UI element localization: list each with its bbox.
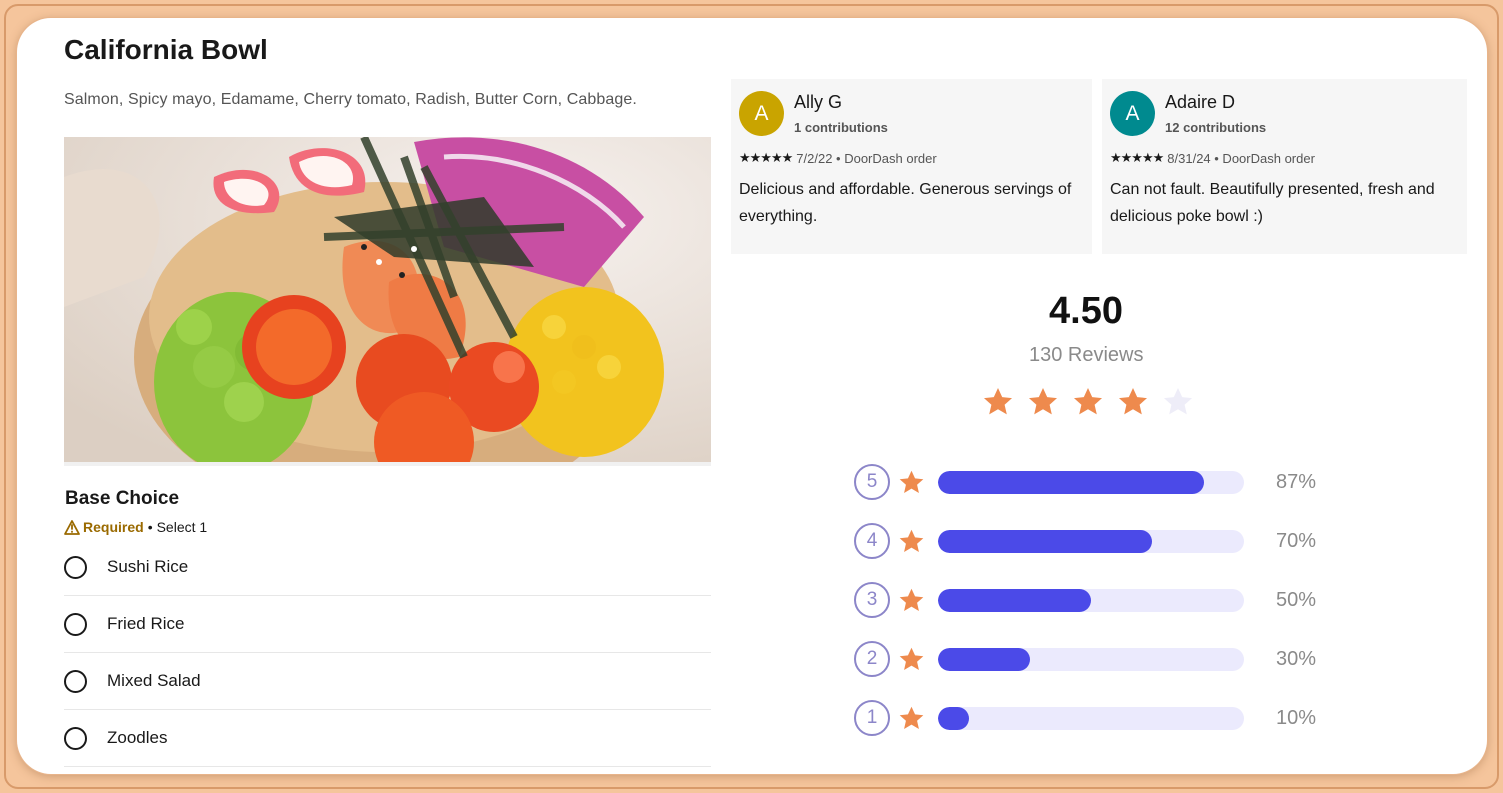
- radio-button[interactable]: [64, 555, 87, 579]
- star-icon: [899, 706, 924, 729]
- rating-level: 5: [854, 464, 890, 500]
- rating-row-2: 2 30%: [854, 641, 1334, 700]
- rating-percent: 70%: [1276, 530, 1317, 552]
- rating-bar-fill: [938, 471, 1205, 494]
- radio-button[interactable]: [64, 669, 87, 693]
- base-choice-title: Base Choice: [65, 488, 180, 509]
- option-label: Zoodles: [107, 728, 168, 747]
- required-label: Required: [83, 519, 144, 535]
- rating-percent: 50%: [1276, 589, 1317, 611]
- avatar: A: [1110, 91, 1155, 136]
- item-card: California Bowl Salmon, Spicy mayo, Edam…: [17, 18, 1487, 774]
- star-icon: [899, 647, 924, 670]
- rating-level: 3: [854, 582, 890, 618]
- average-rating: 4.50: [1049, 290, 1123, 332]
- rating-bar-fill: [938, 530, 1153, 553]
- star-icon: [1029, 388, 1057, 415]
- rating-stars-icon: ★★★★★: [1110, 150, 1164, 165]
- item-description: Salmon, Spicy mayo, Edamame, Cherry toma…: [64, 91, 637, 108]
- radio-button[interactable]: [64, 726, 87, 750]
- rating-row-5: 5 87%: [854, 464, 1334, 523]
- star-icon: [899, 529, 924, 552]
- star-icon: [1164, 388, 1192, 415]
- rating-bar-track: [938, 530, 1244, 553]
- contribution-count: 12 contributions: [1165, 120, 1267, 135]
- rating-bar-fill: [938, 648, 1030, 671]
- rating-bar-track: [938, 707, 1244, 730]
- separator-dot: •: [147, 519, 153, 535]
- rating-level: 1: [854, 700, 890, 736]
- star-icon: [899, 588, 924, 611]
- review-card: A Ally G 1 contributions ★★★★★ 7/2/22 • …: [731, 79, 1092, 254]
- star-icon: [1119, 388, 1147, 415]
- contribution-count: 1 contributions: [794, 120, 888, 135]
- option-sushi-rice[interactable]: Sushi Rice: [64, 539, 711, 596]
- required-badge: Required: [64, 519, 144, 535]
- rating-percent: 87%: [1276, 471, 1317, 493]
- rating-bar-fill: [938, 707, 969, 730]
- rating-row-3: 3 50%: [854, 582, 1334, 641]
- star-icon: [984, 388, 1012, 415]
- rating-percent: 30%: [1276, 648, 1317, 670]
- reviewer-name: Adaire D: [1165, 92, 1236, 112]
- review-text: Delicious and affordable. Generous servi…: [739, 181, 1072, 225]
- rating-bar-track: [938, 471, 1244, 494]
- review-text: Can not fault. Beautifully presented, fr…: [1110, 181, 1435, 225]
- option-mixed-salad[interactable]: Mixed Salad: [64, 653, 711, 710]
- option-label: Mixed Salad: [107, 671, 201, 690]
- review-date-source: 7/2/22 • DoorDash order: [796, 150, 937, 166]
- rating-row-1: 1 10%: [854, 700, 1334, 759]
- rating-percent: 10%: [1276, 707, 1317, 729]
- option-label: Sushi Rice: [107, 557, 189, 576]
- select-count-label: Select 1: [156, 519, 208, 535]
- base-choice-requirement: Required • Select 1: [64, 519, 207, 535]
- rating-bar-track: [938, 648, 1244, 671]
- item-title: California Bowl: [64, 34, 268, 65]
- radio-button[interactable]: [64, 612, 87, 636]
- star-icon: [899, 470, 924, 493]
- rating-row-4: 4 70%: [854, 523, 1334, 582]
- review-meta: ★★★★★ 8/31/24 • DoorDash order: [1110, 150, 1315, 166]
- rating-bar-fill: [938, 589, 1091, 612]
- review-meta: ★★★★★ 7/2/22 • DoorDash order: [739, 150, 937, 166]
- option-zoodles[interactable]: Zoodles: [64, 710, 711, 767]
- option-fried-rice[interactable]: Fried Rice: [64, 596, 711, 653]
- warning-icon: [64, 519, 80, 535]
- base-choice-options: Sushi Rice Fried Rice Mixed Salad Zoodle…: [64, 539, 711, 767]
- rating-stars-icon: ★★★★★: [739, 150, 793, 165]
- option-label: Fried Rice: [107, 614, 185, 633]
- photo-divider: [64, 462, 711, 466]
- rating-breakdown: 5 87% 4 70% 3 50% 2 30% 1 10%: [854, 464, 1334, 759]
- star-icon: [1074, 388, 1102, 415]
- item-photo: [64, 137, 711, 462]
- reviewer-name: Ally G: [794, 92, 843, 112]
- review-card: A Adaire D 12 contributions ★★★★★ 8/31/2…: [1102, 79, 1467, 254]
- review-count: 130 Reviews: [1029, 344, 1144, 366]
- rating-level: 2: [854, 641, 890, 677]
- rating-level: 4: [854, 523, 890, 559]
- rating-bar-track: [938, 589, 1244, 612]
- avatar: A: [739, 91, 784, 136]
- average-star-rating: [982, 386, 1194, 418]
- review-date-source: 8/31/24 • DoorDash order: [1167, 150, 1315, 166]
